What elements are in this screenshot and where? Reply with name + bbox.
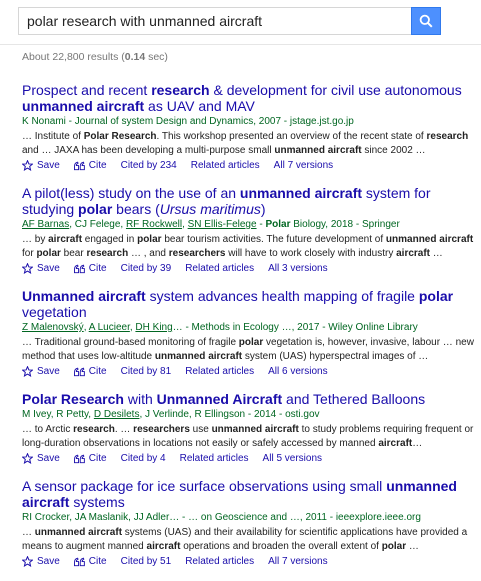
versions-link[interactable]: All 6 versions xyxy=(268,366,327,377)
versions-link[interactable]: All 3 versions xyxy=(268,263,327,274)
search-bar xyxy=(0,0,481,45)
quote-icon xyxy=(73,264,85,273)
cite-label: Cite xyxy=(88,263,107,274)
related-articles-link[interactable]: Related articles xyxy=(185,556,254,567)
result-authors-source: AF Barnas, CJ Felege, RF Rockwell, SN El… xyxy=(22,219,400,230)
cite-label: Cite xyxy=(88,556,107,567)
search-result: A pilot(less) study on the use of an unm… xyxy=(22,185,474,274)
save-button[interactable]: Save xyxy=(22,556,60,567)
star-icon xyxy=(22,556,33,567)
result-actions: Save Cite Cited by 51 Related articles A… xyxy=(22,556,474,567)
cited-by-link[interactable]: Cited by 81 xyxy=(121,366,172,377)
cite-button[interactable]: Cite xyxy=(73,556,107,567)
cite-label: Cite xyxy=(88,366,107,377)
star-icon xyxy=(22,453,33,464)
cited-by-link[interactable]: Cited by 39 xyxy=(121,263,172,274)
result-snippet: … unmanned aircraft systems (UAS) and th… xyxy=(22,527,468,552)
cite-label: Cite xyxy=(88,453,107,464)
versions-link[interactable]: All 7 versions xyxy=(268,556,327,567)
cited-by-link[interactable]: Cited by 4 xyxy=(121,453,166,464)
result-authors-source: RI Crocker, JA Maslanik, JJ Adler… - … o… xyxy=(22,512,421,523)
versions-link[interactable]: All 5 versions xyxy=(263,453,322,464)
related-articles-link[interactable]: Related articles xyxy=(180,453,249,464)
search-result: Prospect and recent research & developme… xyxy=(22,82,474,171)
save-button[interactable]: Save xyxy=(22,453,60,464)
result-snippet: … by aircraft engaged in polar bear tour… xyxy=(22,234,474,259)
results-list: Prospect and recent research & developme… xyxy=(22,82,474,581)
result-title-link[interactable]: Polar Research with Unmanned Aircraft an… xyxy=(22,391,474,407)
result-snippet: … Institute of Polar Research. This work… xyxy=(22,131,469,156)
save-button[interactable]: Save xyxy=(22,366,60,377)
results-stats: About 22,800 results (0.14 sec) xyxy=(22,51,168,63)
related-articles-link[interactable]: Related articles xyxy=(185,263,254,274)
result-actions: Save Cite Cited by 81 Related articles A… xyxy=(22,366,474,377)
save-button[interactable]: Save xyxy=(22,160,60,171)
star-icon xyxy=(22,160,33,171)
save-label: Save xyxy=(37,453,60,464)
save-label: Save xyxy=(37,263,60,274)
save-button[interactable]: Save xyxy=(22,263,60,274)
star-icon xyxy=(22,263,33,274)
quote-icon xyxy=(73,557,85,566)
quote-icon xyxy=(73,454,85,463)
versions-link[interactable]: All 7 versions xyxy=(274,160,333,171)
quote-icon xyxy=(73,161,85,170)
related-articles-link[interactable]: Related articles xyxy=(191,160,260,171)
result-actions: Save Cite Cited by 234 Related articles … xyxy=(22,160,474,171)
result-snippet: … to Arctic research. … researchers use … xyxy=(22,424,474,449)
search-result: Polar Research with Unmanned Aircraft an… xyxy=(22,391,474,464)
result-title-link[interactable]: Unmanned aircraft system advances health… xyxy=(22,288,474,320)
cite-button[interactable]: Cite xyxy=(73,160,107,171)
result-title-link[interactable]: Prospect and recent research & developme… xyxy=(22,82,474,114)
result-authors-source: M Ivey, R Petty, D Desilets, J Verlinde,… xyxy=(22,409,320,420)
result-authors-source: Z Malenovský, A Lucieer, DH King… - Meth… xyxy=(22,322,418,333)
cited-by-link[interactable]: Cited by 234 xyxy=(121,160,177,171)
result-title-link[interactable]: A sensor package for ice surface observa… xyxy=(22,478,474,510)
search-result: Unmanned aircraft system advances health… xyxy=(22,288,474,377)
result-snippet: … Traditional ground-based monitoring of… xyxy=(22,337,474,362)
cite-button[interactable]: Cite xyxy=(73,263,107,274)
cite-label: Cite xyxy=(88,160,107,171)
cited-by-link[interactable]: Cited by 51 xyxy=(121,556,172,567)
cite-button[interactable]: Cite xyxy=(73,366,107,377)
save-label: Save xyxy=(37,160,60,171)
save-label: Save xyxy=(37,556,60,567)
search-input[interactable] xyxy=(18,7,411,35)
save-label: Save xyxy=(37,366,60,377)
search-icon xyxy=(419,14,433,28)
quote-icon xyxy=(73,367,85,376)
star-icon xyxy=(22,366,33,377)
related-articles-link[interactable]: Related articles xyxy=(185,366,254,377)
result-authors-source: K Nonami - Journal of system Design and … xyxy=(22,116,354,127)
result-title-link[interactable]: A pilot(less) study on the use of an unm… xyxy=(22,185,474,217)
result-actions: Save Cite Cited by 39 Related articles A… xyxy=(22,263,474,274)
search-button[interactable] xyxy=(411,7,441,35)
cite-button[interactable]: Cite xyxy=(73,453,107,464)
result-actions: Save Cite Cited by 4 Related articles Al… xyxy=(22,453,474,464)
